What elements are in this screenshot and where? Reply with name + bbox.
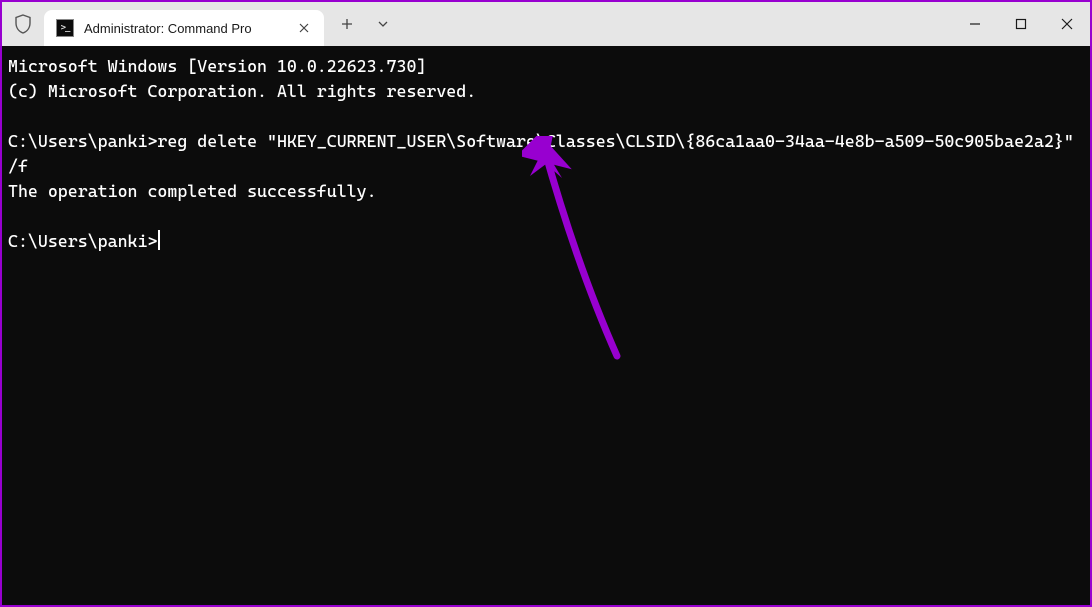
terminal-output: The operation completed successfully. [8,181,377,201]
terminal-prompt: C:\Users\panki> [8,131,157,151]
close-button[interactable] [1044,2,1090,46]
tab-title: Administrator: Command Pro [84,21,284,36]
terminal-command: reg delete "HKEY_CURRENT_USER\Software\C… [8,131,1084,176]
terminal-window: >_ Administrator: Command Pro [0,0,1092,607]
command-prompt-icon: >_ [56,19,74,37]
terminal-prompt: C:\Users\panki> [8,231,157,251]
minimize-button[interactable] [952,2,998,46]
text-cursor [158,230,160,250]
terminal-body[interactable]: Microsoft Windows [Version 10.0.22623.73… [2,46,1090,605]
app-icon-slot [2,2,44,46]
terminal-line: Microsoft Windows [Version 10.0.22623.73… [8,56,426,76]
tab-active[interactable]: >_ Administrator: Command Pro [44,10,324,46]
tab-close-button[interactable] [294,18,314,38]
window-controls [952,2,1090,46]
titlebar[interactable]: >_ Administrator: Command Pro [2,2,1090,46]
tab-dropdown-button[interactable] [366,9,400,39]
tab-strip: >_ Administrator: Command Pro [44,2,324,46]
terminal-line: (c) Microsoft Corporation. All rights re… [8,81,476,101]
maximize-button[interactable] [998,2,1044,46]
new-tab-button[interactable] [330,9,364,39]
annotation-arrow-icon [522,136,642,366]
titlebar-drag-area[interactable] [400,2,952,46]
tab-actions [324,2,400,46]
shield-icon [14,14,32,34]
